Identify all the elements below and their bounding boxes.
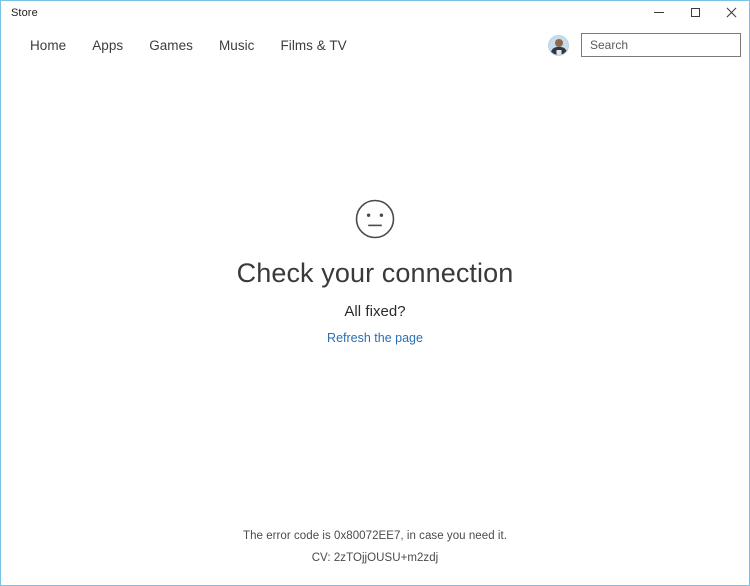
nav-item-apps[interactable]: Apps: [79, 35, 136, 56]
maximize-icon: [690, 8, 700, 17]
avatar[interactable]: [548, 34, 569, 56]
minimize-button[interactable]: [641, 1, 677, 24]
correlation-vector-text: CV: 2zTOjjOUSU+m2zdj: [311, 552, 439, 564]
nav-right-cluster: [548, 24, 749, 66]
subheading: All fixed?: [344, 303, 406, 321]
error-code-text: The error code is 0x80072EE7, in case yo…: [243, 530, 507, 542]
close-icon: [726, 7, 737, 18]
search-box[interactable]: [581, 33, 749, 57]
nav-item-home[interactable]: Home: [17, 35, 79, 56]
maximize-button[interactable]: [677, 1, 713, 24]
nav-item-list: Home Apps Games Music Films & TV: [1, 35, 360, 56]
content-area: Check your connection All fixed? Refresh…: [1, 66, 749, 585]
avatar-shirt-shape: [556, 49, 561, 55]
title-bar: Store: [1, 1, 749, 24]
window-caption-buttons: [641, 1, 749, 24]
nav-item-films-and-tv[interactable]: Films & TV: [267, 35, 359, 56]
nav-item-music[interactable]: Music: [206, 35, 268, 56]
search-input[interactable]: [582, 34, 749, 56]
error-message-block: Check your connection All fixed? Refresh…: [1, 199, 749, 347]
nav-item-games[interactable]: Games: [136, 35, 206, 56]
avatar-head-shape: [554, 38, 563, 47]
window-title: Store: [11, 6, 38, 19]
error-details-block: The error code is 0x80072EE7, in case yo…: [1, 530, 749, 564]
neutral-face-icon: [355, 199, 395, 239]
page-title: Check your connection: [236, 258, 514, 288]
store-app-window: Store Home Apps Games Music Films & TV S…: [0, 0, 750, 586]
navigation-bar: Home Apps Games Music Films & TV: [1, 24, 749, 66]
minimize-icon: [654, 12, 664, 13]
close-button[interactable]: [713, 1, 749, 24]
refresh-the-page-link[interactable]: Refresh the page: [327, 331, 423, 345]
